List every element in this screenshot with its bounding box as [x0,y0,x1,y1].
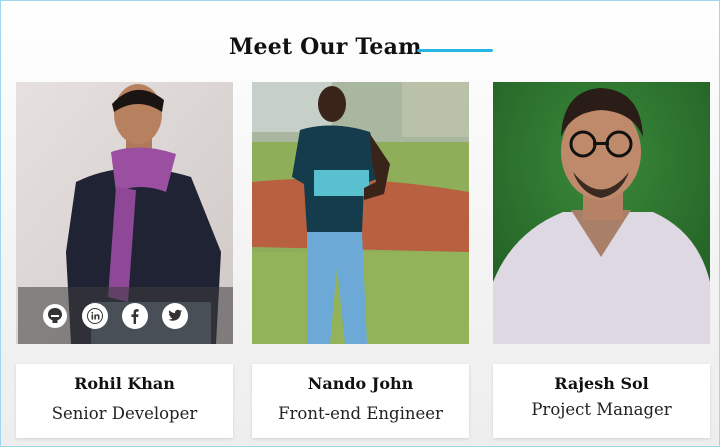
member-name: Rohil Khan [74,374,175,393]
member-role: Project Manager [531,400,672,419]
member-card-1: Rohil Khan Senior Developer [16,364,233,438]
member-card-3: Rajesh Sol Project Manager [493,364,710,438]
github-icon[interactable] [42,303,68,329]
member-role: Senior Developer [51,404,198,423]
member-card-2: Nando John Front-end Engineer [252,364,469,438]
member-photo-2 [252,82,469,344]
member-role: Front-end Engineer [278,404,443,423]
facebook-icon[interactable] [122,302,148,329]
section-title: Meet Our Team [229,34,422,60]
section-heading: Meet Our Team [1,34,720,68]
title-underline [417,49,493,52]
twitter-icon[interactable] [162,302,188,329]
social-links-bar [18,287,233,344]
member-photo-3 [493,82,710,344]
linkedin-icon[interactable] [82,302,108,329]
member-name: Nando John [307,374,414,393]
member-name: Rajesh Sol [554,374,649,393]
